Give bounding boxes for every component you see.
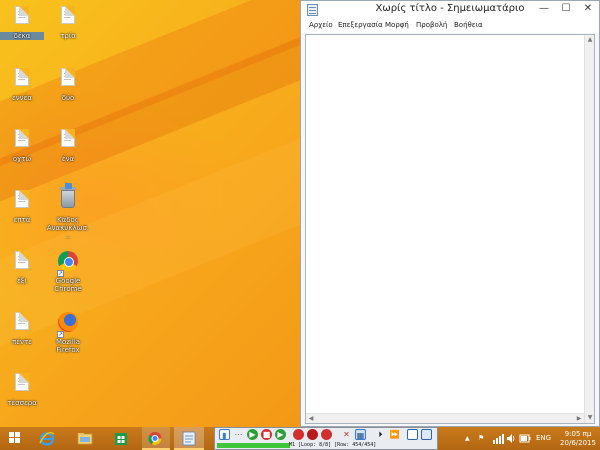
text-file-icon [12,6,32,30]
chrome-icon [148,432,162,445]
taskbar-notepad[interactable] [174,427,204,450]
menu-help[interactable]: Βοήθεια [454,19,483,32]
desktop-icon-chrome[interactable]: ↗ Google Chrome [46,251,90,293]
recorder-controls: ▮ ⋯ ▶ ■ ▶ ✕ ▦ ⏵ ⏩ [217,429,437,442]
window-view-button[interactable] [407,429,418,440]
menu-view[interactable]: Προβολή [416,19,447,32]
shortcut-arrow-icon: ↗ [57,331,64,338]
scroll-up-icon[interactable]: ▲ [585,35,595,45]
language-indicator[interactable]: ENG [536,427,556,450]
folder-icon [77,433,93,445]
desktop-icon-label: επτά [13,216,31,224]
scroll-down-icon[interactable]: ▼ [585,413,595,423]
show-hidden-icons-icon[interactable]: ▲ [465,427,475,450]
text-file-icon [12,190,32,214]
taskbar-file-explorer[interactable] [72,427,98,450]
stop-button[interactable]: ■ [261,429,272,440]
desktop-icon-tessera[interactable]: τέσσερα [0,373,44,407]
desktop-icon-label: πέντε [12,338,32,346]
notepad-window[interactable]: Χωρίς τίτλο - Σημειωματάριο — ☐ ✕ Αρχείο… [300,0,600,427]
desktop-icon-epta[interactable]: επτά [0,190,44,224]
desktop-icon-label: οχτώ [12,155,32,163]
text-file-icon [58,68,78,92]
settings-button[interactable]: ▦ [355,429,366,440]
desktop-icon-label: δύο [61,94,75,102]
desktop-icon-recycle-bin[interactable]: Κάδος Ανακύκλωσ... [46,183,90,240]
next-step-button[interactable]: ⏵ [375,429,386,440]
record-pause-button[interactable] [307,429,318,440]
options-button[interactable]: ⋯ [233,429,244,440]
recorder-progress-bar [217,443,290,448]
desktop-icon-deka[interactable]: δέκα [0,6,44,40]
text-file-icon [58,6,78,30]
recycle-bin-icon [58,183,78,214]
menu-bar: Αρχείο Επεξεργασία Μορφή Προβολή Βοήθεια [301,19,599,33]
desktop-icon-label: τρία [60,32,76,40]
desktop-icon-label: τέσσερα [7,399,37,407]
recorder-status: M1 [Loop: 8/8] [Row: 454/454] [289,442,377,448]
text-file-icon [12,312,32,336]
menu-edit[interactable]: Επεξεργασία [338,19,383,32]
window-split-button[interactable] [421,429,432,440]
clock[interactable]: 9:05 πμ 20/6/2015 [556,427,600,450]
windows-logo-icon [9,432,21,444]
ie-icon [39,431,55,446]
close-button[interactable]: ✕ [577,1,599,17]
desktop-icon-label: ένα [61,155,75,163]
desktop-icon-ennea[interactable]: εννέα [0,68,44,102]
text-file-icon [12,251,32,275]
desktop-icon-firefox[interactable]: ↗ Mozilla Firefox [46,312,90,354]
action-center-flag-icon[interactable]: ⚑ [478,427,488,450]
text-file-icon [12,373,32,397]
delete-icon[interactable]: ✕ [341,429,352,440]
macro-recorder-toolbar: ▮ ⋯ ▶ ■ ▶ ✕ ▦ ⏵ ⏩ M1 [Loop: 8/8] [Row: 4… [214,427,438,450]
clock-time: 9:05 πμ [564,430,592,438]
chrome-icon: ↗ [57,251,78,277]
store-icon [115,433,127,445]
vertical-scrollbar[interactable]: ▲ ▼ [584,35,594,423]
speaker-icon[interactable] [506,427,516,450]
desktop-icon-label: έξι [16,277,28,285]
desktop-icon-label: εννέα [11,94,32,102]
play-button[interactable]: ▶ [247,429,258,440]
desktop-icon-label: Google Chrome [54,277,82,293]
menu-format[interactable]: Μορφή [385,19,409,32]
desktop-icon-exi[interactable]: έξι [0,251,44,285]
desktop-icon-label: Κάδος Ανακύκλωσ... [46,216,90,240]
desktop-icon-label: Mozilla Firefox [55,338,81,354]
desktop-icon-ochto[interactable]: οχτώ [0,129,44,163]
desktop-icon-dyo[interactable]: δύο [46,68,90,102]
text-file-icon [12,68,32,92]
record-button[interactable] [293,429,304,440]
scroll-right-icon[interactable]: ▶ [574,414,584,424]
menu-file[interactable]: Αρχείο [309,19,333,32]
horizontal-scrollbar[interactable]: ◀ ▶ [306,413,584,423]
start-button[interactable] [0,427,30,450]
text-editor[interactable]: ▲ ▼ ◀ ▶ [305,34,595,424]
taskbar-store[interactable] [108,427,134,450]
firefox-icon: ↗ [57,312,78,338]
fast-forward-button[interactable]: ⏩ [389,429,400,440]
record-mode-toggle-button[interactable]: ▮ [219,429,230,440]
desktop-icon-pente[interactable]: πέντε [0,312,44,346]
taskbar-internet-explorer[interactable] [34,427,60,450]
desktop-icon-tria[interactable]: τρία [46,6,90,40]
play-step-button[interactable]: ▶ [275,429,286,440]
maximize-button[interactable]: ☐ [555,1,577,17]
desktop-icon-ena[interactable]: ένα [46,129,90,163]
clock-date: 20/6/2015 [560,439,596,447]
notepad-icon [182,431,196,446]
minimize-button[interactable]: — [533,1,555,17]
record-append-button[interactable] [321,429,332,440]
text-file-icon [12,129,32,153]
desktop-icon-label: δέκα [0,32,44,40]
network-icon[interactable] [492,427,504,450]
shortcut-arrow-icon: ↗ [57,270,64,277]
battery-icon[interactable] [519,427,531,450]
scroll-left-icon[interactable]: ◀ [306,414,316,424]
taskbar-google-chrome[interactable] [142,427,170,450]
text-file-icon [58,129,78,153]
title-bar[interactable]: Χωρίς τίτλο - Σημειωματάριο — ☐ ✕ [301,1,599,19]
